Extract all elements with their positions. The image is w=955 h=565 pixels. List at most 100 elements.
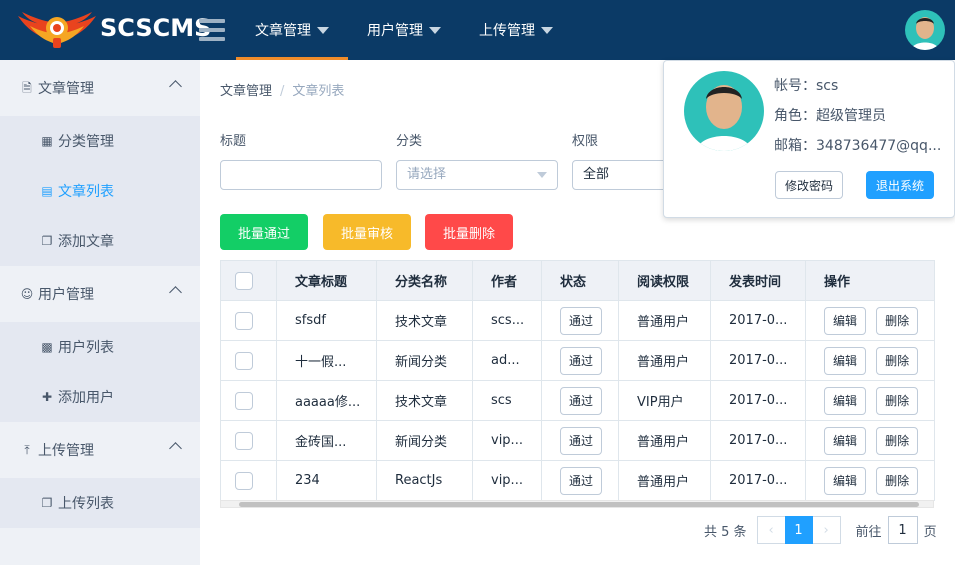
delete-button[interactable]: 删除: [876, 466, 919, 495]
category-cell: 技术文章: [376, 380, 473, 421]
row-select-cell: [220, 460, 277, 501]
sidebar-group-users[interactable]: ☺ 用户管理: [0, 266, 200, 322]
permission-select-value: 全部: [583, 167, 610, 182]
table-horizontal-scrollbar[interactable]: [220, 500, 934, 508]
row-checkbox[interactable]: [235, 351, 253, 370]
permission-cell: 普通用户: [618, 420, 711, 461]
goto-suffix: 页: [923, 524, 937, 540]
column-header[interactable]: 阅读权限: [618, 260, 711, 301]
column-header[interactable]: 文章标题: [276, 260, 377, 301]
breadcrumb-current: 文章列表: [292, 84, 345, 99]
goto-page-input[interactable]: 1: [887, 516, 918, 544]
sidebar-item-add-article[interactable]: ❐ 添加文章: [0, 216, 200, 266]
copy-icon: ❐: [41, 234, 53, 248]
sidebar-item-article-list[interactable]: ▤ 文章列表: [0, 166, 200, 216]
sidebar-item-category[interactable]: ▦ 分类管理: [0, 116, 200, 166]
category-select[interactable]: 请选择: [396, 160, 558, 190]
logout-button[interactable]: 退出系统: [866, 171, 934, 199]
actions-cell: 编辑 删除: [805, 300, 935, 341]
edit-button[interactable]: 编辑: [824, 466, 867, 495]
nav-label: 文章管理: [255, 23, 311, 39]
sidebar-item-add-user[interactable]: ✚ 添加用户: [0, 372, 200, 422]
table-row: aaaaa修... 技术文章 scs 通过 VIP用户 2017-0... 编辑…: [220, 380, 935, 421]
id-card-icon: ▩: [41, 340, 53, 354]
author-cell: scs...: [472, 300, 542, 341]
table-row: 234 ReactJs vip... 通过 普通用户 2017-0... 编辑 …: [220, 460, 935, 501]
person-avatar-icon: [911, 17, 939, 50]
edit-button[interactable]: 编辑: [824, 426, 867, 455]
status-button[interactable]: 通过: [560, 386, 603, 415]
top-header: SCSCMS 文章管理 用户管理 上传管理: [0, 0, 955, 60]
breadcrumb-root[interactable]: 文章管理: [220, 84, 272, 99]
popover-avatar: [684, 71, 764, 151]
status-button[interactable]: 通过: [560, 426, 603, 455]
sidebar: 🗎 文章管理 ▦ 分类管理 ▤ 文章列表 ❐ 添加文章 ☺ 用户管理 ▩ 用户列…: [0, 60, 200, 565]
status-button[interactable]: 通过: [560, 346, 603, 375]
author-cell: vip...: [472, 420, 542, 461]
edit-button[interactable]: 编辑: [824, 386, 867, 415]
person-avatar-icon: [696, 85, 752, 151]
delete-button[interactable]: 删除: [876, 426, 919, 455]
status-cell: 通过: [541, 460, 619, 501]
title-cell: sfsdf: [276, 300, 377, 341]
delete-button[interactable]: 删除: [876, 306, 919, 335]
row-checkbox[interactable]: [235, 391, 253, 410]
row-checkbox[interactable]: [235, 431, 253, 450]
actions-cell: 编辑 删除: [805, 460, 935, 501]
nav-article-management[interactable]: 文章管理: [236, 0, 348, 60]
delete-button[interactable]: 删除: [876, 386, 919, 415]
scrollbar-thumb[interactable]: [239, 502, 919, 507]
delete-button[interactable]: 删除: [876, 346, 919, 375]
column-header[interactable]: 作者: [472, 260, 542, 301]
sidebar-item-user-list[interactable]: ▩ 用户列表: [0, 322, 200, 372]
sidebar-item-label: 添加用户: [58, 390, 114, 406]
status-cell: 通过: [541, 380, 619, 421]
sidebar-item-upload-list[interactable]: ❐ 上传列表: [0, 478, 200, 528]
time-cell: 2017-0...: [710, 340, 806, 381]
chevron-up-icon: [169, 80, 182, 93]
row-select-cell: [220, 420, 277, 461]
status-button[interactable]: 通过: [560, 466, 603, 495]
user-info-popover: 帐号：scs 角色：超级管理员 邮箱：348736477@qq... 修改密码 …: [663, 60, 955, 218]
title-cell: 十一假...: [276, 340, 377, 381]
category-select-placeholder: 请选择: [407, 167, 447, 182]
batch-review-button[interactable]: 批量审核: [323, 214, 411, 250]
change-password-button[interactable]: 修改密码: [775, 171, 843, 199]
account-info: 帐号：scs: [774, 78, 839, 94]
winged-logo-icon[interactable]: [18, 8, 96, 52]
email-info: 邮箱：348736477@qq...: [774, 138, 942, 154]
prev-page-icon[interactable]: ‹: [756, 516, 785, 544]
title-filter-input[interactable]: [220, 160, 382, 190]
column-header[interactable]: 状态: [541, 260, 619, 301]
permission-filter-label: 权限: [572, 134, 599, 149]
sidebar-group-articles[interactable]: 🗎 文章管理: [0, 60, 200, 116]
category-cell: 新闻分类: [376, 420, 473, 461]
files-icon: ❐: [41, 496, 53, 510]
actions-cell: 编辑 删除: [805, 380, 935, 421]
sidebar-group-uploads[interactable]: ⤒ 上传管理: [0, 422, 200, 478]
time-cell: 2017-0...: [710, 380, 806, 421]
sidebar-item-label: 上传列表: [58, 496, 114, 512]
nav-upload-management[interactable]: 上传管理: [460, 0, 572, 60]
select-all-checkbox[interactable]: [235, 271, 253, 290]
next-page-icon[interactable]: ›: [812, 516, 841, 544]
permission-cell: VIP用户: [618, 380, 711, 421]
permission-select[interactable]: 全部: [572, 160, 672, 190]
menu-toggle-icon[interactable]: [199, 19, 225, 41]
column-header[interactable]: 分类名称: [376, 260, 473, 301]
user-avatar[interactable]: [905, 10, 945, 50]
nav-user-management[interactable]: 用户管理: [348, 0, 460, 60]
page-number-current[interactable]: 1: [784, 516, 813, 544]
user-icon: ☺: [20, 287, 34, 301]
edit-button[interactable]: 编辑: [824, 346, 867, 375]
chevron-up-icon: [169, 286, 182, 299]
row-checkbox[interactable]: [235, 311, 253, 330]
status-button[interactable]: 通过: [560, 306, 603, 335]
row-checkbox[interactable]: [235, 471, 253, 490]
batch-approve-button[interactable]: 批量通过: [220, 214, 308, 250]
column-header[interactable]: 发表时间: [710, 260, 806, 301]
edit-button[interactable]: 编辑: [824, 306, 867, 335]
batch-delete-button[interactable]: 批量删除: [425, 214, 513, 250]
breadcrumb-separator: /: [280, 84, 285, 99]
pagination: 共 5 条 ‹ 1 › 前往 1 页: [704, 516, 937, 544]
